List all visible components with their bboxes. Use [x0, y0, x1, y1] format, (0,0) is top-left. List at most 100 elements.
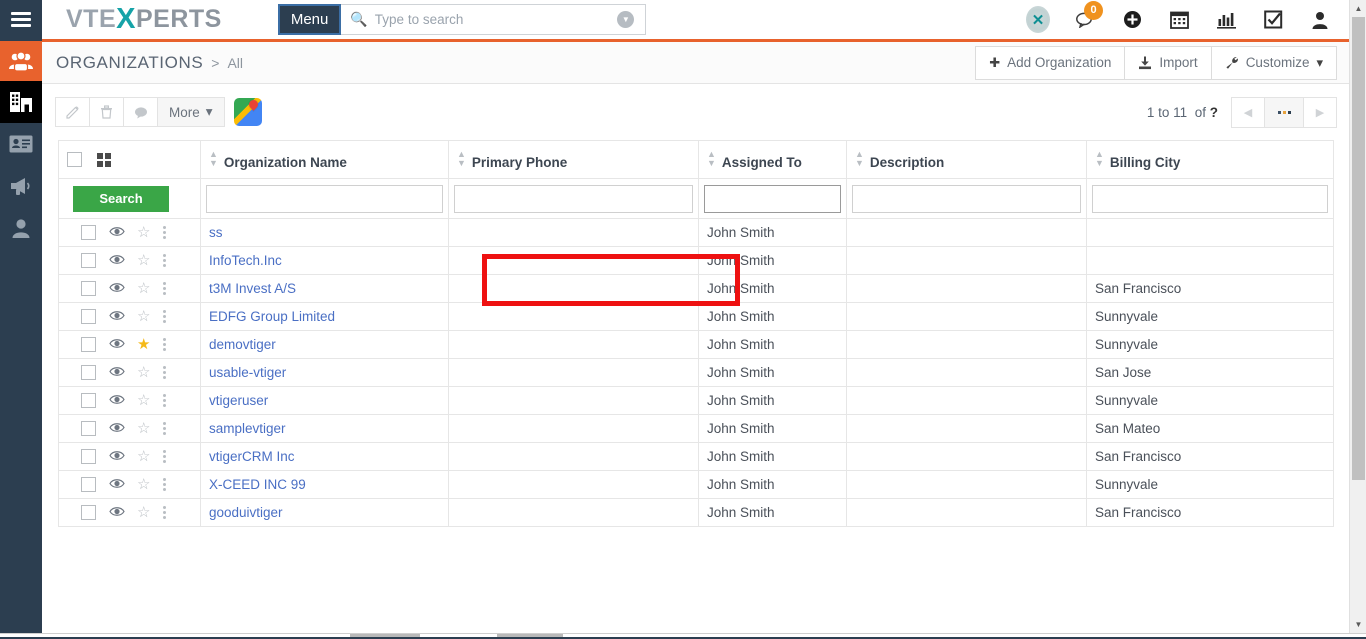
chat-icon[interactable]: 0: [1073, 0, 1103, 32]
sidebar-item-campaigns[interactable]: [0, 165, 42, 207]
sidebar-item-users[interactable]: [0, 207, 42, 249]
organization-link[interactable]: gooduivtiger: [209, 505, 283, 520]
table-row[interactable]: ☆ vtigeruser John Smith Sunnyvale: [58, 386, 1334, 415]
kebab-menu-icon[interactable]: [163, 310, 167, 323]
vertical-scrollbar-thumb[interactable]: [1352, 17, 1365, 480]
row-checkbox[interactable]: [81, 281, 96, 296]
eye-icon[interactable]: [109, 477, 125, 492]
table-row[interactable]: ☆ EDFG Group Limited John Smith Sunnyvale: [58, 302, 1334, 331]
user-icon[interactable]: [1308, 8, 1332, 32]
organization-link[interactable]: EDFG Group Limited: [209, 309, 335, 324]
star-icon[interactable]: ☆: [137, 477, 150, 492]
table-row[interactable]: ☆ vtigerCRM Inc John Smith San Francisco: [58, 442, 1334, 471]
kebab-menu-icon[interactable]: [163, 282, 167, 295]
filter-description-input[interactable]: [852, 184, 1081, 213]
eye-icon[interactable]: [109, 365, 125, 380]
hamburger-menu-button[interactable]: [0, 0, 42, 41]
star-icon[interactable]: ☆: [137, 505, 150, 520]
row-checkbox[interactable]: [81, 253, 96, 268]
organization-link[interactable]: t3M Invest A/S: [209, 281, 296, 296]
table-row[interactable]: ☆ gooduivtiger John Smith San Francisco: [58, 498, 1334, 527]
table-row[interactable]: ☆ t3M Invest A/S John Smith San Francisco: [58, 274, 1334, 303]
eye-icon[interactable]: [109, 309, 125, 324]
pagination-prev-button[interactable]: ◀: [1231, 96, 1265, 128]
header-assigned-to[interactable]: ▲ ▼ Assigned To: [698, 140, 847, 179]
customize-button[interactable]: Customize ▾: [1210, 45, 1337, 80]
star-icon[interactable]: ★: [137, 337, 150, 352]
pagination-next-button[interactable]: ▶: [1303, 96, 1337, 128]
row-checkbox[interactable]: [81, 421, 96, 436]
analytics-icon[interactable]: [1214, 8, 1238, 32]
calendar-icon[interactable]: [1167, 8, 1191, 32]
xlogo-icon[interactable]: ✕: [1026, 6, 1050, 33]
star-icon[interactable]: ☆: [137, 281, 150, 296]
add-circle-icon[interactable]: [1120, 8, 1144, 32]
add-organization-button[interactable]: ✚ Add Organization: [975, 45, 1126, 80]
organization-link[interactable]: usable-vtiger: [209, 365, 286, 380]
scroll-down-arrow-icon[interactable]: ▼: [1350, 616, 1366, 633]
header-primary-phone[interactable]: ▲ ▼ Primary Phone: [448, 140, 699, 179]
filter-organization-name-input[interactable]: [206, 184, 443, 213]
table-row[interactable]: ☆ usable-vtiger John Smith San Jose: [58, 358, 1334, 387]
kebab-menu-icon[interactable]: [163, 450, 167, 463]
comment-button[interactable]: [123, 97, 158, 127]
row-checkbox[interactable]: [81, 477, 96, 492]
star-icon[interactable]: ☆: [137, 309, 150, 324]
organization-link[interactable]: demovtiger: [209, 337, 276, 352]
star-icon[interactable]: ☆: [137, 449, 150, 464]
kebab-menu-icon[interactable]: [163, 506, 167, 519]
row-checkbox[interactable]: [81, 309, 96, 324]
kebab-menu-icon[interactable]: [163, 366, 167, 379]
organization-link[interactable]: X-CEED INC 99: [209, 477, 306, 492]
scroll-up-arrow-icon[interactable]: ▲: [1350, 0, 1366, 17]
header-description[interactable]: ▲ ▼ Description: [846, 140, 1087, 179]
table-row[interactable]: ★ demovtiger John Smith Sunnyvale: [58, 330, 1334, 359]
header-billing-city[interactable]: ▲ ▼ Billing City: [1086, 140, 1334, 179]
eye-icon[interactable]: [109, 225, 125, 240]
row-checkbox[interactable]: [81, 449, 96, 464]
organization-link[interactable]: vtigerCRM Inc: [209, 449, 295, 464]
kebab-menu-icon[interactable]: [163, 478, 167, 491]
table-row[interactable]: ☆ X-CEED INC 99 John Smith Sunnyvale: [58, 470, 1334, 499]
star-icon[interactable]: ☆: [137, 393, 150, 408]
kebab-menu-icon[interactable]: [163, 394, 167, 407]
delete-button[interactable]: [89, 97, 124, 127]
eye-icon[interactable]: [109, 253, 125, 268]
eye-icon[interactable]: [109, 449, 125, 464]
sidebar-item-organizations[interactable]: [0, 81, 42, 123]
tasks-icon[interactable]: [1261, 8, 1285, 32]
menu-button[interactable]: Menu: [277, 4, 342, 35]
star-icon[interactable]: ☆: [137, 421, 150, 436]
grid-view-icon[interactable]: [96, 152, 111, 167]
eye-icon[interactable]: [109, 393, 125, 408]
kebab-menu-icon[interactable]: [163, 338, 167, 351]
header-organization-name[interactable]: ▲ ▼ Organization Name: [200, 140, 449, 179]
eye-icon[interactable]: [109, 505, 125, 520]
table-row[interactable]: ☆ samplevtiger John Smith San Mateo: [58, 414, 1334, 443]
star-icon[interactable]: ☆: [137, 253, 150, 268]
sidebar-item-leads[interactable]: [0, 123, 42, 165]
eye-icon[interactable]: [109, 281, 125, 296]
sidebar-item-contacts[interactable]: [0, 42, 42, 81]
row-checkbox[interactable]: [81, 393, 96, 408]
import-button[interactable]: Import: [1124, 45, 1212, 80]
table-row[interactable]: ☆ ss John Smith: [58, 218, 1334, 247]
eye-icon[interactable]: [109, 421, 125, 436]
filter-assigned-to-input[interactable]: [704, 184, 841, 213]
star-icon[interactable]: ☆: [137, 365, 150, 380]
organization-link[interactable]: vtigeruser: [209, 393, 268, 408]
more-button[interactable]: More ▾: [157, 97, 225, 127]
row-checkbox[interactable]: [81, 225, 96, 240]
organization-link[interactable]: ss: [209, 225, 223, 240]
row-checkbox[interactable]: [81, 365, 96, 380]
vertical-scrollbar[interactable]: ▲ ▼: [1349, 0, 1366, 633]
star-icon[interactable]: ☆: [137, 225, 150, 240]
pagination-more-button[interactable]: [1264, 96, 1304, 128]
eye-icon[interactable]: [109, 337, 125, 352]
organization-link[interactable]: samplevtiger: [209, 421, 286, 436]
kebab-menu-icon[interactable]: [163, 422, 167, 435]
search-button[interactable]: Search: [73, 185, 169, 212]
table-row[interactable]: ☆ InfoTech.Inc John Smith: [58, 246, 1334, 275]
google-maps-icon[interactable]: [233, 98, 262, 126]
row-checkbox[interactable]: [81, 505, 96, 520]
